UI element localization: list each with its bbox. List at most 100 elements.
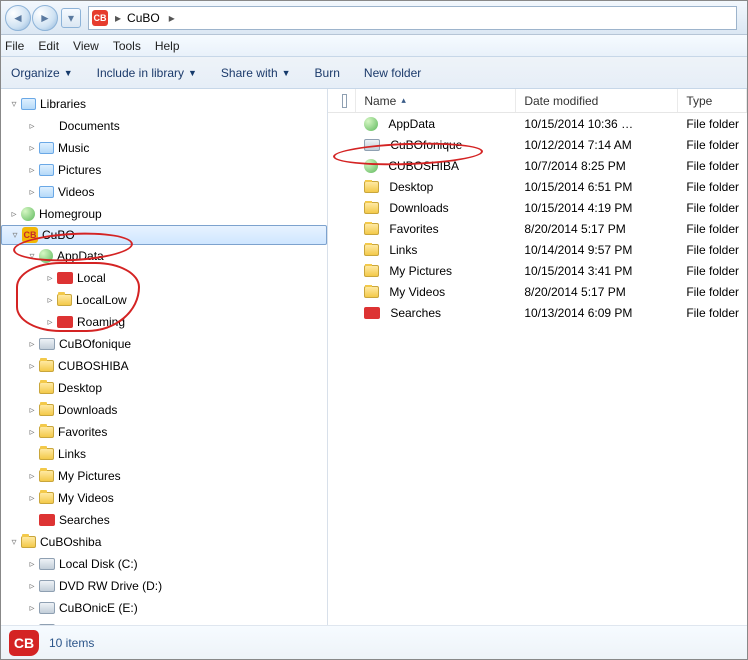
tree-item[interactable]: ▹ Downloads xyxy=(1,399,327,421)
expand-icon[interactable]: ▹ xyxy=(25,471,39,482)
tree-item[interactable]: Searches xyxy=(1,509,327,531)
tree-item[interactable]: ▿CuBOshiba xyxy=(1,531,327,553)
tree-item[interactable]: ▹CUBOSHIBA xyxy=(1,355,327,377)
expand-icon[interactable]: ▹ xyxy=(25,603,39,614)
tree-item[interactable]: ▹ Favorites xyxy=(1,421,327,443)
tree-item[interactable]: ▹Local Disk (C:) xyxy=(1,553,327,575)
tree-item[interactable]: ▹Documents xyxy=(1,115,327,137)
expand-icon[interactable]: ▹ xyxy=(25,121,39,132)
tree-label: Favorites xyxy=(58,425,107,439)
expand-icon[interactable]: ▹ xyxy=(25,581,39,592)
file-row[interactable]: My Pictures10/15/2014 3:41 PMFile folder xyxy=(328,260,747,281)
expand-icon[interactable]: ▹ xyxy=(25,361,39,372)
tree-item[interactable]: ▹Pictures xyxy=(1,159,327,181)
red-icon xyxy=(57,272,73,284)
folder-icon: CB xyxy=(92,10,108,26)
navigation-pane[interactable]: ▿Libraries▹Documents▹Music▹Pictures▹Vide… xyxy=(1,89,328,625)
menu-tools[interactable]: Tools xyxy=(113,39,141,53)
expand-icon[interactable]: ▹ xyxy=(25,405,39,416)
tree-label: DVD RW Drive (D:) xyxy=(59,579,162,593)
expand-icon[interactable]: ▹ xyxy=(43,273,57,284)
expand-icon[interactable]: ▹ xyxy=(25,165,39,176)
tree-item[interactable]: Desktop xyxy=(1,377,327,399)
expand-icon[interactable]: ▹ xyxy=(25,625,39,626)
menu-edit[interactable]: Edit xyxy=(38,39,59,53)
tree-item[interactable]: ▹Homegroup xyxy=(1,203,327,225)
tree-item[interactable]: ▹LocalLow xyxy=(1,289,327,311)
forward-button[interactable]: ► xyxy=(32,5,58,31)
file-type: File folder xyxy=(678,306,747,320)
file-row[interactable]: CuBOfonique10/12/2014 7:14 AMFile folder xyxy=(328,134,747,155)
file-row[interactable]: My Videos8/20/2014 5:17 PMFile folder xyxy=(328,281,747,302)
file-row[interactable]: Desktop10/15/2014 6:51 PMFile folder xyxy=(328,176,747,197)
tree-item[interactable]: ▹ Roaming xyxy=(1,311,327,333)
file-date: 10/15/2014 3:41 PM xyxy=(516,264,678,278)
app-logo-icon: CB xyxy=(9,630,39,656)
history-dropdown[interactable]: ▾ xyxy=(61,8,81,28)
address-bar[interactable]: CB ▸ CuBO ▸ xyxy=(88,6,737,30)
breadcrumb-arrow-icon[interactable]: ▸ xyxy=(112,11,124,25)
file-date: 10/14/2014 9:57 PM xyxy=(516,243,678,257)
menu-help[interactable]: Help xyxy=(155,39,180,53)
file-row[interactable]: Favorites8/20/2014 5:17 PMFile folder xyxy=(328,218,747,239)
burn-button[interactable]: Burn xyxy=(315,66,340,80)
green-icon xyxy=(39,249,53,263)
expand-icon[interactable]: ▿ xyxy=(8,230,22,241)
expand-icon[interactable]: ▹ xyxy=(25,187,39,198)
expand-icon[interactable]: ▹ xyxy=(25,559,39,570)
file-row[interactable]: CUBOSHIBA10/7/2014 8:25 PMFile folder xyxy=(328,155,747,176)
tree-label: Music xyxy=(58,141,89,155)
menu-view[interactable]: View xyxy=(73,39,99,53)
tree-item[interactable]: ▹ CuBOnicE (E:) xyxy=(1,597,327,619)
share-with-button[interactable]: Share with▼ xyxy=(221,66,291,80)
expand-icon[interactable]: ▹ xyxy=(43,317,57,328)
select-all-checkbox[interactable] xyxy=(342,94,347,108)
file-date: 8/20/2014 5:17 PM xyxy=(516,285,678,299)
expand-icon[interactable]: ▹ xyxy=(7,209,21,220)
file-row[interactable]: Links10/14/2014 9:57 PMFile folder xyxy=(328,239,747,260)
tree-item[interactable]: ▹Local xyxy=(1,267,327,289)
breadcrumb-item[interactable]: CuBO xyxy=(124,11,166,25)
file-row[interactable]: AppData10/15/2014 10:36 …File folder xyxy=(328,113,747,134)
menu-file[interactable]: File xyxy=(5,39,24,53)
column-name[interactable]: Name▴ xyxy=(356,89,516,112)
organize-button[interactable]: Organize▼ xyxy=(11,66,73,80)
tree-label: CuBOnicE (E:) xyxy=(59,601,138,615)
tree-label: Downloads xyxy=(58,403,117,417)
file-row[interactable]: Searches10/13/2014 6:09 PMFile folder xyxy=(328,302,747,323)
tree-item[interactable]: ▹My Pictures xyxy=(1,465,327,487)
tree-item[interactable]: ▹CuBOfonique xyxy=(1,333,327,355)
folder-icon xyxy=(39,426,54,438)
tree-item[interactable]: ▹ DVD RW Drive (D:) xyxy=(1,575,327,597)
drive-icon xyxy=(39,602,55,614)
tree-label: Roaming xyxy=(77,315,125,329)
file-row[interactable]: Downloads10/15/2014 4:19 PMFile folder xyxy=(328,197,747,218)
tree-item[interactable]: ▹Videos xyxy=(1,181,327,203)
tree-item[interactable]: ▹My Videos xyxy=(1,487,327,509)
expand-icon[interactable]: ▹ xyxy=(25,427,39,438)
tree-item[interactable]: ▹ Music xyxy=(1,137,327,159)
tree-item[interactable]: ▿Libraries xyxy=(1,93,327,115)
column-type[interactable]: Type xyxy=(678,89,747,112)
expand-icon[interactable]: ▿ xyxy=(25,251,39,262)
details-pane: CB 10 items xyxy=(1,625,747,659)
expand-icon[interactable]: ▿ xyxy=(7,99,21,110)
file-date: 8/20/2014 5:17 PM xyxy=(516,222,678,236)
expand-icon[interactable]: ▿ xyxy=(7,537,21,548)
folder-icon xyxy=(39,404,54,416)
expand-icon[interactable]: ▹ xyxy=(25,493,39,504)
back-button[interactable]: ◄ xyxy=(5,5,31,31)
tree-item[interactable]: Links xyxy=(1,443,327,465)
tree-item[interactable]: ▿AppData xyxy=(1,245,327,267)
file-type: File folder xyxy=(678,138,747,152)
tree-item[interactable]: ▿CBCuBO xyxy=(1,225,327,245)
expand-icon[interactable]: ▹ xyxy=(43,295,57,306)
file-name: Links xyxy=(389,243,417,257)
breadcrumb-arrow-icon[interactable]: ▸ xyxy=(166,11,178,25)
expand-icon[interactable]: ▹ xyxy=(25,143,39,154)
include-in-library-button[interactable]: Include in library▼ xyxy=(97,66,197,80)
new-folder-button[interactable]: New folder xyxy=(364,66,421,80)
column-date[interactable]: Date modified xyxy=(516,89,678,112)
expand-icon[interactable]: ▹ xyxy=(25,339,39,350)
tree-item[interactable]: ▹System Reserved (R:) xyxy=(1,619,327,625)
